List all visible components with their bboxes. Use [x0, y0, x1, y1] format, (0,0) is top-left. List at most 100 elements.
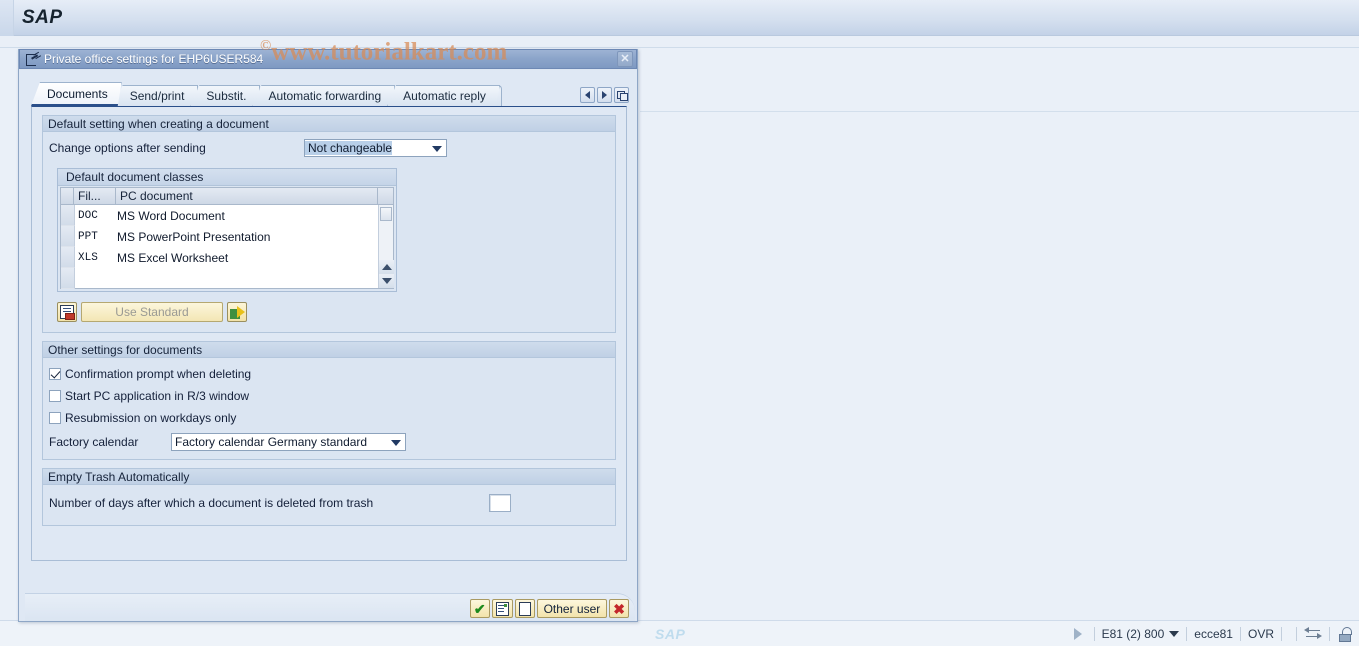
cell-pc-document: MS Excel Worksheet	[117, 250, 229, 265]
row-select-cell[interactable]	[61, 268, 75, 289]
column-header-pc-document[interactable]: PC document	[116, 187, 378, 205]
chevron-down-icon[interactable]	[389, 436, 403, 449]
main-content-panel	[640, 111, 1359, 592]
checkbox-start-pc-application[interactable]	[49, 390, 61, 402]
status-separator	[1239, 627, 1241, 641]
table-row-empty[interactable]	[61, 268, 393, 289]
chevron-right-icon[interactable]	[597, 87, 612, 103]
table-row[interactable]: DOC MS Word Document	[61, 205, 393, 226]
status-server[interactable]: ecce81	[1194, 627, 1233, 641]
status-input-mode[interactable]: OVR	[1248, 627, 1274, 641]
checkbox-confirmation-prompt[interactable]	[49, 368, 61, 380]
group-empty-trash: Empty Trash Automatically Number of days…	[42, 468, 616, 526]
scrollbar-thumb[interactable]	[380, 207, 392, 221]
new-document-button[interactable]	[514, 599, 535, 618]
status-separator	[1186, 627, 1188, 641]
status-bar-right: E81 (2) 800 ecce81 OVR	[1073, 621, 1353, 646]
row-select-cell[interactable]	[61, 247, 75, 268]
checkbox-row-resubmission-workdays[interactable]: Resubmission on workdays only	[49, 407, 609, 429]
green-arrow-icon[interactable]	[227, 302, 247, 322]
checkbox-label: Confirmation prompt when deleting	[65, 367, 252, 381]
dialog-body: Documents Send/print Substit. Automatic …	[19, 70, 637, 621]
dialog-title-bar[interactable]: Private office settings for EHP6USER584 …	[19, 49, 637, 69]
dialog-footer: ✔ Other user ✖	[19, 583, 637, 621]
cell-file-ext: XLS	[78, 251, 98, 264]
tab-documents[interactable]: Documents	[31, 82, 122, 106]
data-transfer-icon[interactable]	[1304, 626, 1322, 641]
group-header: Empty Trash Automatically	[43, 469, 615, 485]
tab-strip: Documents Send/print Substit. Automatic …	[19, 78, 637, 106]
cell-file-ext: PPT	[78, 230, 98, 243]
change-options-value: Not changeable	[305, 141, 393, 155]
tab-automatic-forwarding[interactable]: Automatic forwarding	[252, 85, 395, 106]
table-corner-cell[interactable]	[378, 187, 394, 205]
checkbox-row-confirmation-prompt[interactable]: Confirmation prompt when deleting	[49, 363, 609, 385]
status-separator	[1329, 627, 1330, 641]
chevron-left-icon[interactable]	[580, 87, 595, 103]
application-header: SAP	[0, 0, 1359, 36]
chevron-down-icon[interactable]	[430, 142, 444, 155]
red-x-icon: ✖	[613, 600, 625, 617]
private-office-settings-dialog: Private office settings for EHP6USER584 …	[18, 49, 638, 622]
footer-button-group: ✔ Other user ✖	[469, 599, 629, 618]
status-separator	[1093, 627, 1095, 641]
factory-calendar-label: Factory calendar	[49, 435, 139, 449]
row-select-cell[interactable]	[61, 205, 75, 226]
tab-label: Documents	[47, 86, 108, 101]
open-window-icon	[26, 53, 39, 66]
change-options-label: Change options after sending	[49, 141, 206, 155]
group-body: Number of days after which a document is…	[43, 485, 615, 525]
default-document-classes-table: Default document classes Fil... PC docum…	[57, 168, 397, 292]
checkbox-resubmission-workdays[interactable]	[49, 412, 61, 424]
checkbox-row-start-pc-application[interactable]: Start PC application in R/3 window	[49, 385, 609, 407]
trash-days-input[interactable]	[489, 494, 511, 512]
tab-label: Automatic forwarding	[268, 89, 382, 103]
header-strip	[0, 36, 1359, 48]
change-options-dropdown[interactable]: Not changeable	[304, 139, 447, 157]
tab-send-print[interactable]: Send/print	[114, 85, 199, 106]
column-header-file-ext[interactable]: Fil...	[74, 187, 116, 205]
unlocked-padlock-icon[interactable]	[1337, 626, 1353, 642]
tab-automatic-reply[interactable]: Automatic reply	[387, 85, 500, 106]
table-vertical-scrollbar[interactable]	[378, 205, 394, 288]
triangle-right-icon[interactable]	[1073, 628, 1082, 640]
group-header: Default setting when creating a document	[43, 116, 615, 132]
factory-calendar-dropdown[interactable]: Factory calendar Germany standard	[171, 433, 406, 451]
table-select-all-cell[interactable]	[60, 187, 74, 205]
trash-days-label: Number of days after which a document is…	[49, 496, 374, 510]
close-icon[interactable]: ✕	[617, 51, 633, 67]
document-list-icon[interactable]	[57, 302, 77, 322]
row-select-cell[interactable]	[61, 226, 75, 247]
group-default-setting: Default setting when creating a document…	[42, 115, 616, 333]
cell-pc-document: MS PowerPoint Presentation	[117, 229, 271, 244]
table-row[interactable]: PPT MS PowerPoint Presentation	[61, 226, 393, 247]
cell-file-ext	[75, 268, 117, 289]
tab-list-icon[interactable]	[614, 87, 629, 103]
other-user-button[interactable]: Other user	[536, 599, 608, 618]
scroll-up-icon[interactable]	[379, 260, 394, 274]
document-class-actions: Use Standard	[57, 302, 609, 322]
details-button[interactable]	[491, 599, 513, 618]
scroll-down-icon[interactable]	[379, 274, 394, 288]
status-system[interactable]: E81 (2) 800	[1102, 627, 1165, 641]
tab-page-documents: Default setting when creating a document…	[31, 106, 627, 561]
table-row[interactable]: XLS MS Excel Worksheet	[61, 247, 393, 268]
checkbox-label: Resubmission on workdays only	[65, 411, 237, 425]
cell-pc-document	[117, 268, 393, 289]
status-bar: SAP E81 (2) 800 ecce81 OVR	[0, 620, 1359, 646]
header-left-edge	[0, 0, 14, 36]
tab-navigation	[580, 87, 629, 103]
tab-label: Substit.	[206, 89, 247, 103]
tab-label: Automatic reply	[403, 89, 486, 103]
table-header-row: Fil... PC document	[60, 187, 394, 205]
tab-substit[interactable]: Substit.	[190, 85, 260, 106]
factory-calendar-value: Factory calendar Germany standard	[175, 435, 368, 449]
group-header: Other settings for documents	[43, 342, 615, 358]
blank-document-icon	[518, 601, 531, 616]
cancel-button[interactable]: ✖	[609, 599, 629, 618]
use-standard-button[interactable]: Use Standard	[81, 302, 223, 322]
table-title: Default document classes	[58, 169, 396, 186]
caret-down-icon[interactable]	[1169, 631, 1180, 637]
continue-button[interactable]: ✔	[469, 599, 490, 618]
group-body: Change options after sending Not changea…	[43, 132, 615, 332]
